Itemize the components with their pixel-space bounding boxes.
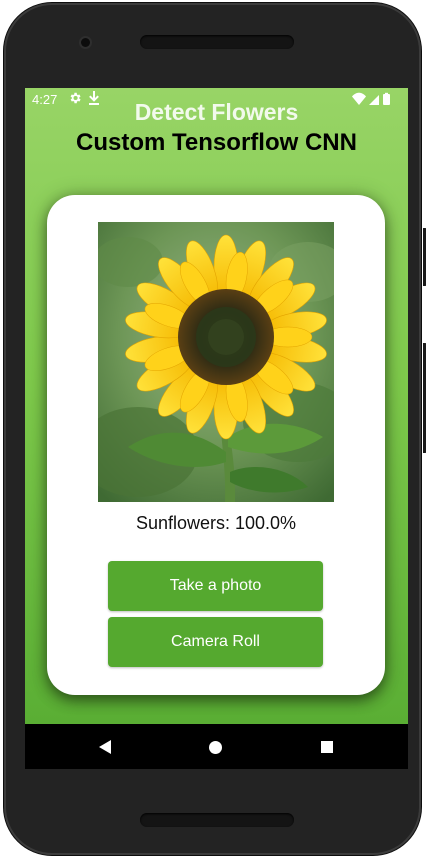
- navigation-bar: [25, 724, 408, 769]
- page-title: Custom Tensorflow CNN: [76, 129, 357, 156]
- result-card: Sunflowers: 100.0% Take a photo Camera R…: [47, 195, 385, 695]
- bottom-speaker: [140, 813, 294, 827]
- screen: 4:27 Detect Flowers Custom Tensorflow CN…: [25, 88, 408, 769]
- take-photo-button[interactable]: Take a photo: [108, 561, 323, 611]
- front-camera: [81, 38, 90, 47]
- phone-frame: 4:27 Detect Flowers Custom Tensorflow CN…: [4, 3, 426, 855]
- camera-roll-button[interactable]: Camera Roll: [108, 617, 323, 667]
- sunflower-illustration: [98, 222, 334, 502]
- flower-image: [98, 222, 334, 502]
- earpiece-speaker: [140, 35, 294, 49]
- back-icon[interactable]: [99, 740, 111, 754]
- home-icon[interactable]: [209, 741, 222, 754]
- app-view: 4:27 Detect Flowers Custom Tensorflow CN…: [25, 88, 408, 724]
- prediction-result: Sunflowers: 100.0%: [135, 513, 297, 533]
- recents-icon[interactable]: [321, 741, 333, 753]
- overlay-title: Detect Flowers: [134, 99, 299, 125]
